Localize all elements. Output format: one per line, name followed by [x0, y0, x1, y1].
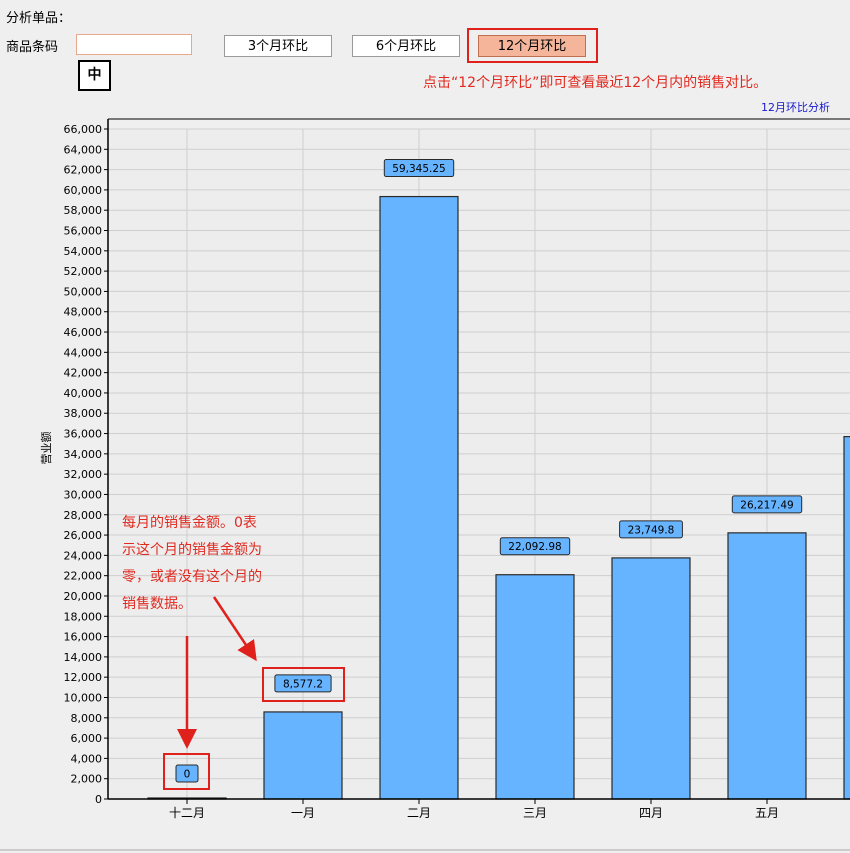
bar-chart: 12月环比分析 营业额 0 2,000 4,000 6,000 8,000 10,000 1… — [0, 100, 850, 851]
y-tick-label: 14,000 — [64, 651, 103, 664]
y-tick-label: 6,000 — [71, 732, 103, 745]
y-axis-label: 营业额 — [39, 432, 53, 465]
y-tick-label: 38,000 — [64, 407, 103, 420]
x-tick-label: 三月 — [523, 806, 547, 820]
y-tick-label: 36,000 — [64, 428, 103, 441]
y-tick-label: 20,000 — [64, 590, 103, 603]
y-tick-label: 8,000 — [71, 712, 103, 725]
bar — [611, 557, 691, 800]
y-tick-label: 28,000 — [64, 509, 103, 522]
y-tick-label: 66,000 — [64, 123, 103, 136]
note-line: 示这个月的销售金额为 — [122, 542, 262, 558]
bar — [379, 195, 459, 800]
y-tick-label: 26,000 — [64, 529, 103, 542]
explanation-note: 每月的销售金额。0表 示这个月的销售金额为 零，或者没有这个月的 销售数据。 — [122, 510, 262, 618]
x-tick-label: 四月 — [639, 806, 663, 820]
y-tick-label: 10,000 — [64, 691, 103, 704]
value-label: 59,345.25 — [392, 163, 445, 175]
y-tick-labels: 0 2,000 4,000 6,000 8,000 10,000 12,000 14,000 1… — [64, 123, 103, 806]
y-tick-label: 52,000 — [64, 265, 103, 278]
y-tick-label: 60,000 — [64, 184, 103, 197]
bar — [727, 532, 807, 800]
x-tick-label: 一月 — [291, 806, 315, 820]
y-tick-label: 64,000 — [64, 143, 103, 156]
y-tick-label: 0 — [95, 793, 102, 806]
y-tick-label: 48,000 — [64, 306, 103, 319]
value-label: 22,092.98 — [508, 541, 561, 553]
y-tick-label: 24,000 — [64, 549, 103, 562]
x-tick-labels: 十二月 一月 二月 三月 四月 五月 — [169, 806, 779, 820]
x-tick-label: 五月 — [755, 806, 779, 820]
y-tick-label: 18,000 — [64, 610, 103, 623]
y-tick-label: 56,000 — [64, 225, 103, 238]
bar — [495, 574, 575, 800]
y-tick-label: 58,000 — [64, 204, 103, 217]
y-tick-label: 42,000 — [64, 367, 103, 380]
y-tick-label: 2,000 — [71, 773, 103, 786]
y-tick-label: 22,000 — [64, 570, 103, 583]
value-label: 26,217.49 — [740, 499, 793, 511]
y-tick-label: 44,000 — [64, 346, 103, 359]
note-line: 零，或者没有这个月的 — [122, 569, 262, 585]
y-tick-label: 4,000 — [71, 752, 103, 765]
x-tick-label: 十二月 — [169, 806, 205, 820]
y-tick-label: 16,000 — [64, 631, 103, 644]
note-line: 每月的销售金额。0表 — [122, 515, 257, 531]
y-tick-label: 46,000 — [64, 326, 103, 339]
bar-partial — [843, 435, 850, 800]
bar — [263, 711, 343, 800]
y-tick-label: 40,000 — [64, 387, 103, 400]
x-tick-label: 二月 — [407, 806, 431, 820]
y-tick-label: 34,000 — [64, 448, 103, 461]
y-tick-label: 32,000 — [64, 468, 103, 481]
note-line: 销售数据。 — [122, 596, 192, 612]
y-tick-label: 54,000 — [64, 245, 103, 258]
y-tick-label: 50,000 — [64, 285, 103, 298]
highlight-dec-label — [163, 753, 210, 790]
y-tick-label: 12,000 — [64, 671, 103, 684]
chart-title: 12月环比分析 — [761, 100, 830, 114]
y-tick-label: 30,000 — [64, 488, 103, 501]
y-tick-label: 62,000 — [64, 164, 103, 177]
highlight-jan-label — [262, 667, 345, 702]
value-label: 23,749.8 — [628, 524, 675, 536]
